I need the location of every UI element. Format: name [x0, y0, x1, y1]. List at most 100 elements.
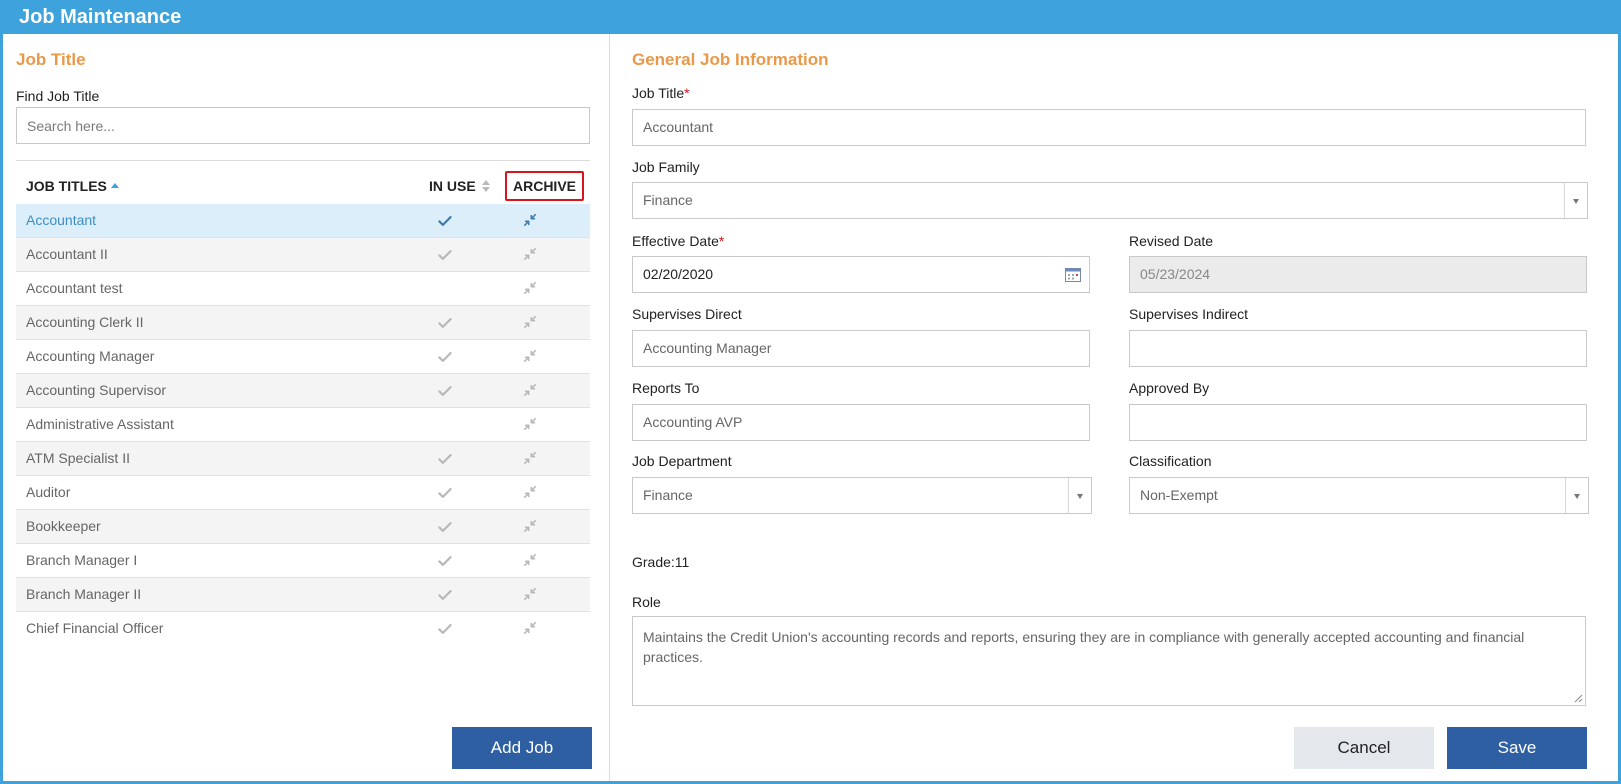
archive-arrows-icon[interactable]: [523, 281, 539, 297]
table-row[interactable]: Auditor: [16, 476, 590, 510]
job-title-name: Branch Manager I: [26, 552, 138, 568]
approved-by-input[interactable]: [1129, 404, 1587, 441]
check-icon: [438, 554, 454, 568]
archive-arrows-icon[interactable]: [523, 519, 539, 535]
column-header-in-use-label: IN USE: [429, 178, 476, 194]
job-department-select[interactable]: Finance: [632, 477, 1092, 514]
table-row[interactable]: Accounting Clerk II: [16, 306, 590, 340]
job-department-label: Job Department: [632, 453, 732, 469]
table-row[interactable]: ATM Specialist II: [16, 442, 590, 476]
job-titles-table-header: JOB TITLES IN USE ARCHIVE: [16, 168, 590, 204]
add-job-button[interactable]: Add Job: [452, 727, 592, 769]
check-icon: [438, 384, 454, 398]
archive-arrows-icon[interactable]: [523, 417, 539, 433]
table-row[interactable]: Branch Manager II: [16, 578, 590, 612]
general-job-info-panel: General Job Information Job Title* Accou…: [632, 34, 1592, 781]
archive-arrows-icon[interactable]: [523, 553, 539, 569]
supervises-indirect-input[interactable]: [1129, 330, 1587, 367]
classification-select[interactable]: Non-Exempt: [1129, 477, 1589, 514]
job-title-name: Accountant II: [26, 246, 108, 262]
job-title-name: Bookkeeper: [26, 518, 101, 534]
list-separator: [16, 160, 590, 161]
table-row[interactable]: Bookkeeper: [16, 510, 590, 544]
job-title-section-title: Job Title: [16, 50, 86, 69]
job-title-name: Accounting Manager: [26, 348, 155, 364]
resize-grip-icon[interactable]: [1573, 693, 1583, 703]
search-input[interactable]: [16, 107, 590, 144]
effective-date-value: 02/20/2020: [643, 266, 714, 282]
job-title-name: Accountant: [26, 212, 97, 228]
classification-label: Classification: [1129, 453, 1212, 469]
job-title-name: Accounting Supervisor: [26, 382, 167, 398]
role-textarea[interactable]: Maintains the Credit Union's accounting …: [632, 616, 1586, 706]
reports-to-label: Reports To: [632, 380, 700, 396]
check-icon: [438, 520, 454, 534]
check-icon: [438, 214, 454, 228]
archive-arrows-icon[interactable]: [523, 485, 539, 501]
job-department-value: Finance: [643, 487, 693, 503]
check-icon: [438, 452, 454, 466]
revised-date-label: Revised Date: [1129, 233, 1214, 249]
table-row[interactable]: Accountant II: [16, 238, 590, 272]
find-job-title-label: Find Job Title: [16, 88, 100, 104]
supervises-indirect-label: Supervises Indirect: [1129, 306, 1249, 322]
grade-text: Grade:11: [632, 554, 690, 570]
archive-arrows-icon[interactable]: [523, 247, 539, 263]
table-row[interactable]: Chief Financial Officer: [16, 612, 590, 642]
job-maintenance-window: Job Maintenance Job Title Find Job Title…: [0, 0, 1621, 784]
role-label: Role: [632, 594, 661, 610]
cancel-button[interactable]: Cancel: [1294, 727, 1434, 769]
save-button[interactable]: Save: [1447, 727, 1587, 769]
job-title-name: Branch Manager II: [26, 586, 142, 602]
column-header-in-use[interactable]: IN USE: [429, 168, 490, 204]
required-marker: *: [684, 85, 690, 101]
job-title-name: Accountant test: [26, 280, 123, 296]
column-header-archive[interactable]: ARCHIVE: [505, 171, 584, 201]
chevron-down-icon: [1565, 478, 1588, 513]
job-title-input[interactable]: Accountant: [632, 109, 1586, 146]
column-header-job-titles[interactable]: JOB TITLES: [26, 168, 119, 204]
archive-arrows-icon[interactable]: [523, 451, 539, 467]
table-row[interactable]: Accounting Supervisor: [16, 374, 590, 408]
job-family-label: Job Family: [632, 159, 700, 175]
job-title-name: Chief Financial Officer: [26, 620, 164, 636]
effective-date-input[interactable]: 02/20/2020: [632, 256, 1090, 293]
table-row[interactable]: Administrative Assistant: [16, 408, 590, 442]
window-title: Job Maintenance: [3, 3, 1618, 34]
archive-arrows-icon[interactable]: [523, 315, 539, 331]
revised-date-input: 05/23/2024: [1129, 256, 1587, 293]
chevron-down-icon: [1564, 183, 1587, 218]
archive-arrows-icon[interactable]: [523, 587, 539, 603]
sort-icon: [481, 180, 490, 192]
table-row[interactable]: Accounting Manager: [16, 340, 590, 374]
required-marker: *: [718, 233, 725, 249]
job-title-name: Auditor: [26, 484, 71, 500]
job-title-panel: Job Title Find Job Title JOB TITLES IN U…: [16, 34, 593, 781]
check-icon: [438, 486, 454, 500]
column-header-job-titles-label: JOB TITLES: [26, 178, 107, 194]
sort-ascending-icon: [110, 183, 119, 188]
job-title-label: Job Title*: [632, 85, 690, 101]
archive-arrows-icon[interactable]: [523, 349, 539, 365]
check-icon: [438, 588, 454, 602]
table-row[interactable]: Branch Manager I: [16, 544, 590, 578]
supervises-direct-label: Supervises Direct: [632, 306, 742, 322]
supervises-direct-input[interactable]: Accounting Manager: [632, 330, 1090, 367]
role-value: Maintains the Credit Union's accounting …: [643, 629, 1525, 665]
archive-arrows-icon[interactable]: [523, 383, 539, 399]
table-row[interactable]: Accountant test: [16, 272, 590, 306]
archive-arrows-icon[interactable]: [523, 213, 539, 229]
check-icon: [438, 316, 454, 330]
classification-value: Non-Exempt: [1140, 487, 1218, 503]
job-family-select[interactable]: Finance: [632, 182, 1588, 219]
job-title-label-text: Job Title: [632, 85, 685, 101]
archive-arrows-icon[interactable]: [523, 621, 539, 637]
job-family-value: Finance: [643, 192, 693, 208]
job-titles-list: Accountant Accountant II Accountant test Ac…: [16, 204, 590, 642]
calendar-icon[interactable]: [1065, 267, 1081, 282]
check-icon: [438, 248, 454, 262]
table-row[interactable]: Accountant: [16, 204, 590, 238]
check-icon: [438, 350, 454, 364]
reports-to-input[interactable]: Accounting AVP: [632, 404, 1090, 441]
job-title-name: ATM Specialist II: [26, 450, 130, 466]
